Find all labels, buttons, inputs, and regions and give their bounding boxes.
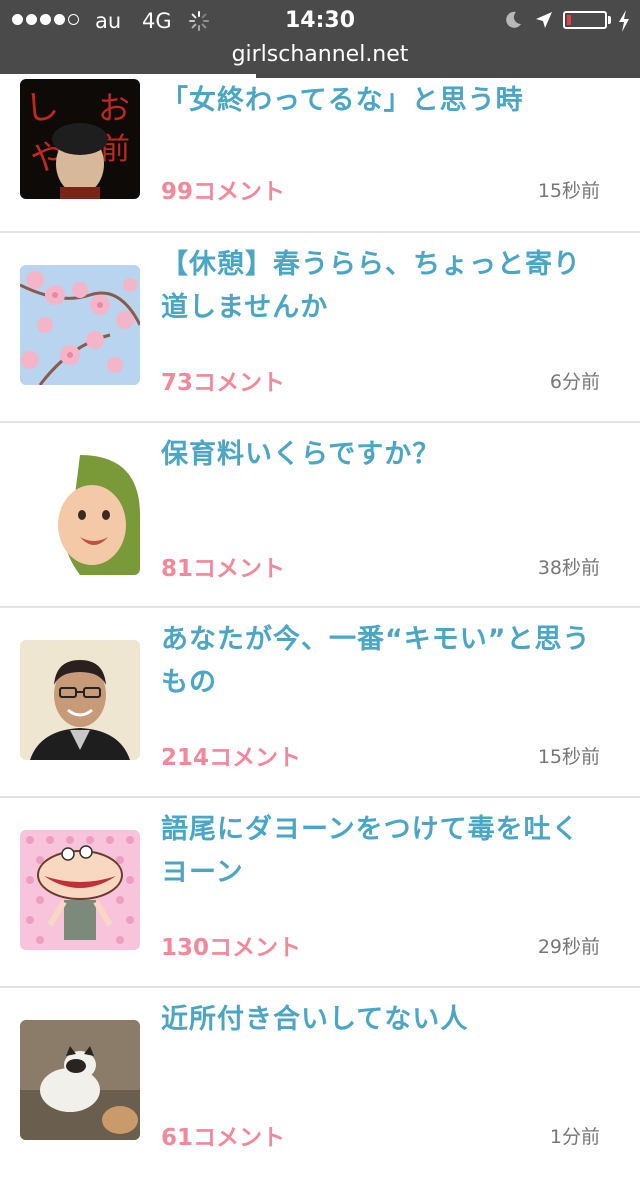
topic-time: 15秒前	[537, 180, 600, 202]
topic-title[interactable]: あなたが今、一番“キモい”と思うもの	[161, 618, 601, 704]
topic-thumbnail[interactable]	[20, 455, 140, 575]
comment-count: 61コメント	[161, 1125, 286, 1151]
topic-thumbnail[interactable]	[20, 640, 140, 760]
topic-title[interactable]: 保育料いくらですか？	[161, 433, 601, 476]
topic-time: 15秒前	[537, 746, 600, 768]
topic-title[interactable]: 「女終わってるな」と思う時	[161, 79, 601, 122]
topic-title[interactable]: 近所付き合いしてない人	[161, 998, 601, 1041]
topic-list-item[interactable]: 語尾にダヨーンをつけて毒を吐くヨーン 130コメント 29秒前	[0, 798, 640, 988]
topic-list-item[interactable]: 近所付き合いしてない人 61コメント 1分前	[0, 988, 640, 1178]
comment-count: 130コメント	[161, 935, 302, 961]
topic-list-item[interactable]: し や お 前 「女終わってるな」と思う時 99コメント 15秒前	[0, 0, 640, 233]
topic-thumbnail[interactable]: し や お 前	[20, 79, 140, 199]
topic-time: 6分前	[549, 371, 600, 393]
topic-title[interactable]: 【休憩】春うらら、ちょっと寄り道しませんか	[161, 243, 601, 329]
svg-text:し: し	[23, 86, 61, 129]
topic-list-item[interactable]: 【休憩】春うらら、ちょっと寄り道しませんか 73コメント 6分前	[0, 233, 640, 423]
comment-count: 81コメント	[161, 556, 286, 582]
topic-thumbnail[interactable]	[20, 265, 140, 385]
topic-list-item[interactable]: あなたが今、一番“キモい”と思うもの 214コメント 15秒前	[0, 608, 640, 798]
comment-count: 73コメント	[161, 370, 286, 396]
topic-time: 38秒前	[537, 557, 600, 579]
topic-time: 29秒前	[537, 936, 600, 958]
topic-title[interactable]: 語尾にダヨーンをつけて毒を吐くヨーン	[161, 808, 601, 894]
comment-count: 214コメント	[161, 745, 302, 771]
svg-text:お: お	[98, 89, 130, 127]
topic-list-item[interactable]: 保育料いくらですか？ 81コメント 38秒前	[0, 423, 640, 608]
comment-count: 99コメント	[161, 179, 286, 205]
topic-thumbnail[interactable]	[20, 830, 140, 950]
topic-thumbnail[interactable]	[20, 1020, 140, 1140]
